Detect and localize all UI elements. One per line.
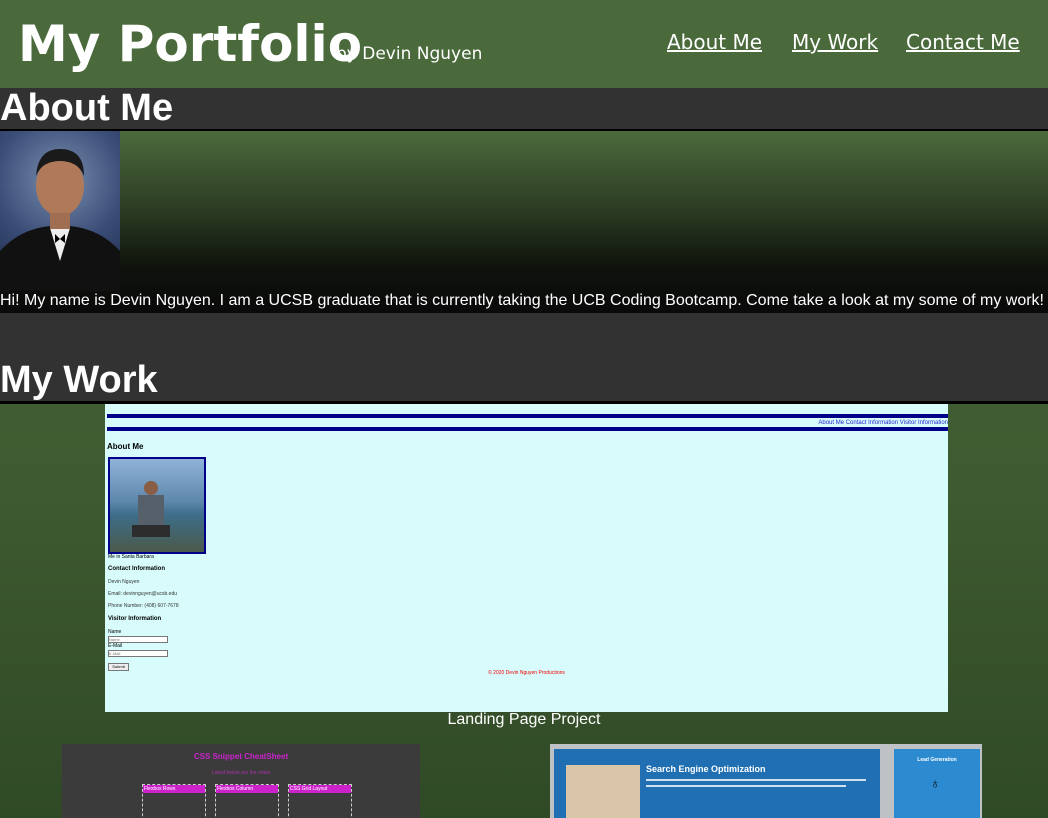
about-heading-bar: About Me <box>0 88 1048 129</box>
about-band <box>0 131 1048 313</box>
preview-name: Devin Nguyen <box>108 579 140 585</box>
preview-nav-links: About Me Contact Information Visitor Inf… <box>818 420 948 426</box>
preview-email: Email: devinnguyen@ucsb.edu <box>108 591 178 597</box>
css-box-flexbox-column: Flexbox Column <box>215 784 279 818</box>
css-box-grid-layout: CSS Grid Layout <box>288 784 352 818</box>
about-text: Hi! My name is Devin Nguyen. I am a UCSB… <box>0 292 1044 309</box>
preview-photo-caption: Me in Santa Barbara <box>108 554 154 560</box>
preview-visitor-heading: Visitor Information <box>108 616 162 622</box>
preview-email-input[interactable]: E-Mail <box>108 650 168 657</box>
nav-my-work[interactable]: My Work <box>792 30 878 54</box>
site-byline: by Devin Nguyen <box>336 44 483 64</box>
site-title: My Portfolio <box>18 15 363 73</box>
css-cheatsheet-title: CSS Snippet CheatSheet <box>193 752 289 761</box>
seo-title: Search Engine Optimization <box>646 764 766 774</box>
preview-name-label: Name <box>108 629 122 635</box>
seo-lead-panel: Lead Generation ♁ <box>894 749 980 818</box>
seo-image <box>566 765 640 818</box>
work-heading-bar: My Work <box>0 313 1048 401</box>
landing-page-project-screenshot[interactable]: About Me Contact Information Visitor Inf… <box>105 404 948 712</box>
css-cheatsheet-subtitle: Listed below are the notes <box>211 770 271 776</box>
lightbulb-icon: ♁ <box>930 775 941 791</box>
preview-name-input[interactable]: Name <box>108 636 168 643</box>
preview-contact-heading: Contact Information <box>108 566 165 572</box>
site-header: My Portfolio by Devin Nguyen About Me My… <box>0 0 1048 88</box>
preview-footer: © 2020 Devin Nguyen Productions <box>488 670 565 676</box>
work-heading: My Work <box>0 359 158 401</box>
preview-email-label: E-Mail <box>108 643 123 649</box>
preview-photo <box>108 457 206 554</box>
landing-page-caption: Landing Page Project <box>447 711 601 728</box>
preview-about-heading: About Me <box>107 442 144 451</box>
nav-about-me[interactable]: About Me <box>667 30 762 54</box>
preview-phone: Phone Number: (408) 607-7678 <box>108 603 179 609</box>
nav-contact-me[interactable]: Contact Me <box>906 30 1020 54</box>
css-cheatsheet-screenshot[interactable]: CSS Snippet CheatSheet Listed below are … <box>62 744 420 818</box>
seo-panel: Search Engine Optimization <box>554 749 880 818</box>
profile-photo <box>0 131 120 291</box>
lead-generation-title: Lead Generation <box>917 757 957 763</box>
about-heading: About Me <box>0 87 174 129</box>
seo-project-screenshot[interactable]: Search Engine Optimization Lead Generati… <box>550 744 982 818</box>
css-box-flexbox-rows: Flexbox Rows <box>142 784 206 818</box>
